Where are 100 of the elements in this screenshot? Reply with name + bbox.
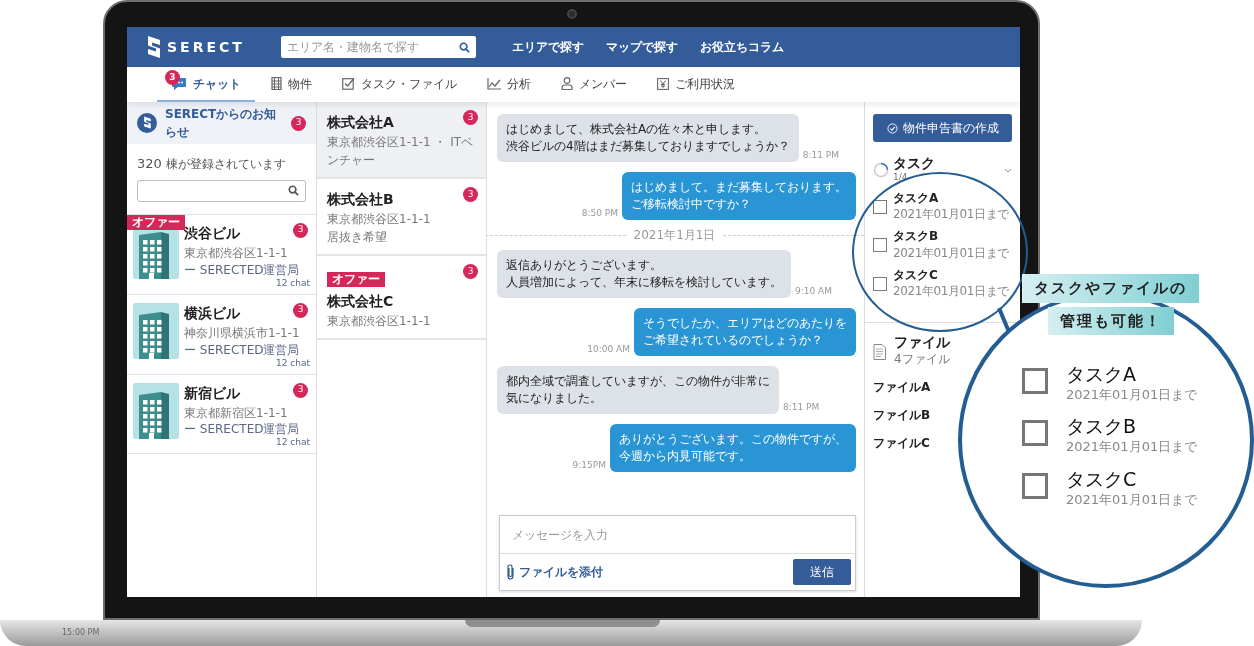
message-time: 9:10 AM [795,284,832,298]
section-title: ファイル [894,335,950,351]
count-badge: 3 [463,264,478,279]
camera-dot [567,9,577,19]
building-list-item[interactable]: 新宿ビル 東京都新宿区1-1-1 ー SERECTED運営局 12 chat 3 [127,373,316,454]
count-badge: 3 [165,70,180,85]
file-link[interactable]: ファイルC [873,434,930,453]
building-illustration [133,382,179,439]
checkbox[interactable] [1022,368,1048,394]
count-badge: 3 [291,115,306,131]
task-due-date: 2021年01月01日まで [1066,490,1198,509]
notice-item[interactable]: SERECTからのお知らせ 3 [127,102,316,144]
task-due-date: 2021年01月01日まで [893,206,1009,224]
company-name: 株式会社C [327,292,394,311]
task-name: タスクB [1066,416,1138,438]
nav-tab[interactable]: タスク・ファイル [328,67,471,102]
company-detail: 東京都渋谷区1-1-1 [327,313,432,330]
task-due-date: 2021年01月01日まで [1066,438,1198,457]
nav-link[interactable]: お役立ちコラム [699,38,784,56]
checkbox[interactable] [873,200,887,215]
message-time: 8:11 PM [802,148,839,162]
search-field[interactable] [137,179,306,202]
file-count: 4ファイル [894,351,950,369]
chat-count: 12 chat [276,358,310,369]
search-icon [288,185,299,196]
company-detail: 東京都渋谷区1-1-1 ・ ITベンチャー [327,134,475,169]
search-field[interactable]: エリア名・建物名で探す [280,36,476,58]
task-name: タスクA [893,190,940,206]
building-name: 新宿ビル [184,383,240,403]
manager-label: ー SERECTED運営局 [184,423,301,438]
company-detail: 居抜き希望 [327,229,388,246]
task-name: タスクB [893,229,940,244]
nav-tab[interactable]: 分析 [473,67,545,102]
building-name: 横浜ビル [184,303,240,323]
send-button[interactable]: 送信 [793,559,851,585]
company-name: 株式会社B [327,190,394,209]
message-time: 8:11 PM [783,400,820,414]
paperclip-icon [506,564,515,580]
count-badge: 3 [293,222,308,238]
task-due-date: 2021年01月01日まで [893,244,1009,262]
nav-tab[interactable]: 物件 [257,67,326,102]
manager-label: ー SERECTED運営局 [184,344,301,359]
company-list-item[interactable]: 株式会社A 東京都渋谷区1-1-1 ・ ITベンチャー 3 [317,102,486,179]
count-badge: 3 [293,382,308,398]
company-detail: 東京都渋谷区1-1-1 [327,211,432,228]
nav-tab[interactable]: ご利用状況 [643,67,749,102]
message-time: 10:00 AM [587,342,630,356]
nav-link[interactable]: マップで探す [605,38,678,56]
chat-count: 12 chat [276,278,310,289]
message-input[interactable]: メッセージを入力 [500,516,855,554]
checkbox-icon [342,77,355,90]
progress-ring-icon [873,162,889,179]
task-name: タスクC [893,267,939,283]
offer-tag: オファー [327,272,385,287]
create-report-button[interactable]: 物件申告書の作成 [873,114,1012,142]
file-link[interactable]: ファイルB [873,406,931,425]
task-name: タスクA [1066,364,1137,385]
search-icon [458,41,470,53]
building-address: 東京都新宿区1-1-1 [184,404,288,422]
chat-count: 12 chat [276,437,310,448]
checkbox[interactable] [1022,420,1048,447]
file-link[interactable]: ファイルA [873,378,931,397]
nav-link[interactable]: エリアで探す [511,38,584,56]
checkbox[interactable] [873,238,887,253]
message-bubble: 都内全域で調査していますが、この物件が非常に 気になりました。 [497,366,779,414]
checkbox[interactable] [1022,472,1048,499]
building-illustration [133,302,179,359]
task-due-date: 2021年01月01日まで [893,283,1009,301]
count-badge: 3 [463,187,478,202]
line-chart-icon [487,77,501,90]
building-list-item[interactable]: 横浜ビル 神奈川県横浜市1-1-1 ー SERECTED運営局 12 chat 3 [127,293,316,374]
yen-icon [657,77,669,90]
company-name: 株式会社A [327,113,394,132]
date-label: 2021年1月1日 [633,227,716,244]
logo-icon [145,36,161,58]
checkbox[interactable] [873,276,887,291]
section-title: タスク [893,156,936,172]
logo-icon [137,113,157,133]
task-name: タスクC [1066,468,1138,490]
nav-tab[interactable]: メンバー [547,67,641,102]
message-bubble: はじめまして。まだ募集しております。 ご移転検討中ですか？ [622,172,856,220]
building-list-item[interactable]: 渋谷ビル 東京都渋谷区1-1-1 ー SERECTED運営局 12 chat オファー 3 [127,213,316,294]
notice-label: SERECTからのお知らせ [165,106,278,141]
chevron-down-icon [1004,167,1012,173]
offer-tag: オファー [127,214,185,230]
check-circle-icon [886,122,898,134]
count-badge: 3 [463,110,478,125]
clock-text: 15:00 PM [62,627,100,639]
task-due-date: 2021年01月01日まで [1066,385,1198,404]
building-name: 渋谷ビル [184,223,240,243]
message-bubble: ありがとうございます。この物件ですが、 今週から内見可能です。 [610,424,856,472]
message-bubble: 返信ありがとうございます。 人員増加によって、年末に移転を検討しています。 [497,250,791,298]
message-bubble: そうでしたか、エリアはどのあたりを ご希望されているのでしょうか？ [634,308,856,356]
task-count: 1/4 [893,171,909,185]
message-time: 8:50 PM [581,206,618,220]
logo-text: SERECT [167,37,245,57]
attach-file-link[interactable]: ファイルを添付 [506,563,603,581]
message-bubble: はじめまして、株式会社Aの佐々木と申します。 渋谷ビルの4階はまだ募集しておりますでしょうか？ [497,114,799,162]
document-icon [873,343,886,360]
manager-label: ー SERECTED運営局 [184,264,301,279]
